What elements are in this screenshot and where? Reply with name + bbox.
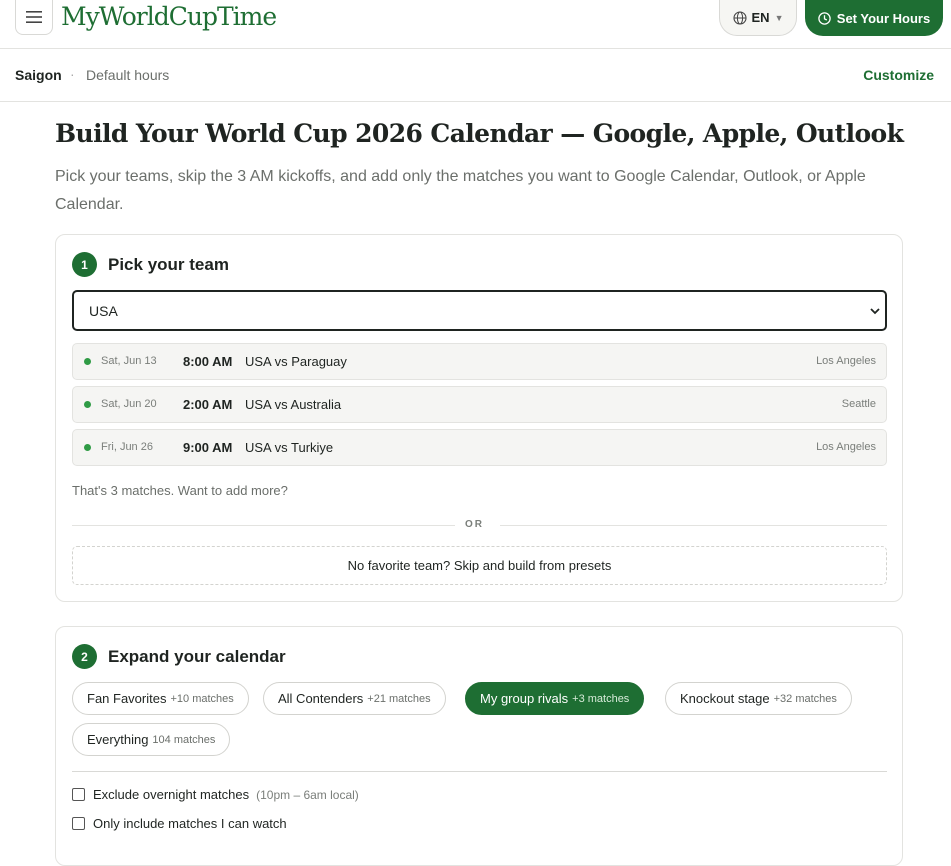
watchable-only-checkbox[interactable] [72,817,85,830]
match-count-note: That's 3 matches. Want to add more? [72,483,288,498]
clock-icon [818,11,831,25]
customize-link[interactable]: Customize [863,67,934,83]
set-hours-label: Set Your Hours [836,10,931,26]
match-teams: USA vs Paraguay [245,354,347,369]
divider-left [72,525,455,526]
or-separator: OR [465,519,484,530]
match-date: Sat, Jun 13 [101,355,157,367]
options-divider [72,771,887,772]
preset-label: Knockout stage [680,691,770,706]
match-time: 9:00 AM [183,440,233,455]
match-teams: USA vs Turkiye [245,440,334,455]
page-subtitle: Pick your teams, skip the 3 AM kickoffs,… [55,168,866,213]
preset-everything[interactable]: Everything 104 matches [72,723,231,756]
match-time: 2:00 AM [183,397,233,412]
team-select-value: USA [89,303,118,319]
page-title: Build Your World Cup 2026 Calendar — Goo… [55,119,904,148]
exclude-overnight-checkbox[interactable] [72,788,85,801]
hours-status: Default hours [86,67,170,83]
menu-icon [26,11,42,23]
status-dot [84,401,91,408]
option-label: Only include matches I can watch [93,816,287,831]
expand-calendar-card: 2 Expand your calendar Fan Favorites +10… [55,626,903,866]
match-time: 8:00 AM [183,354,233,369]
city-name: Saigon [15,67,62,83]
divider-right [500,525,887,526]
top-header: MyWorldCupTime EN ▼ Set Your Hours [0,0,951,49]
match-venue: Los Angeles [816,355,876,367]
option-exclude-overnight[interactable]: Exclude overnight matches (10pm – 6am lo… [72,787,359,802]
option-watchable-only[interactable]: Only include matches I can watch [72,816,287,831]
pick-team-card: 1 Pick your team USA Sat, Jun 13 8:00 AM… [55,234,903,602]
preset-count: +32 matches [773,692,837,705]
preset-count: +21 matches [367,692,431,705]
match-row: Sat, Jun 20 2:00 AM USA vs Australia Sea… [72,386,887,423]
preset-knockout-stage[interactable]: Knockout stage +32 matches [665,682,852,715]
match-row: Fri, Jun 26 9:00 AM USA vs Turkiye Los A… [72,429,887,466]
language-label: EN [751,10,770,25]
match-date: Fri, Jun 26 [101,441,153,453]
chevron-down-icon: ▼ [774,12,784,23]
preset-count: 104 matches [152,733,216,746]
globe-icon [732,10,747,25]
preset-label: My group rivals [480,691,569,706]
preset-label: Fan Favorites [87,691,167,706]
language-selector[interactable]: EN ▼ [719,0,797,36]
status-dot [84,358,91,365]
preset-fan-favorites[interactable]: Fan Favorites +10 matches [72,682,249,715]
match-venue: Seattle [841,398,876,410]
location-bar: Saigon · Default hours Customize [0,49,951,102]
preset-label: All Contenders [278,691,364,706]
step-number-badge: 2 [72,644,97,669]
step-title: Expand your calendar [108,647,286,666]
preset-count: +3 matches [572,692,630,705]
preset-my-group-rivals[interactable]: My group rivals +3 matches [465,682,645,715]
match-date: Sat, Jun 20 [101,398,157,410]
step-title: Pick your team [108,255,229,274]
option-hint: (10pm – 6am local) [256,787,359,802]
menu-button[interactable] [15,0,53,35]
preset-label: Everything [87,732,149,747]
step-number-badge: 1 [72,252,97,277]
skip-to-presets-button[interactable]: No favorite team? Skip and build from pr… [72,546,887,585]
site-logo[interactable]: MyWorldCupTime [61,2,277,31]
set-hours-button[interactable]: Set Your Hours [805,0,943,36]
match-row: Sat, Jun 13 8:00 AM USA vs Paraguay Los … [72,343,887,380]
chevron-down-icon [870,308,880,315]
match-teams: USA vs Australia [245,397,342,412]
option-label: Exclude overnight matches [93,787,250,802]
match-venue: Los Angeles [816,441,876,453]
team-select[interactable]: USA [72,290,887,331]
status-dot [84,444,91,451]
preset-count: +10 matches [170,692,234,705]
separator: · [70,66,75,82]
preset-all-contenders[interactable]: All Contenders +21 matches [263,682,446,715]
